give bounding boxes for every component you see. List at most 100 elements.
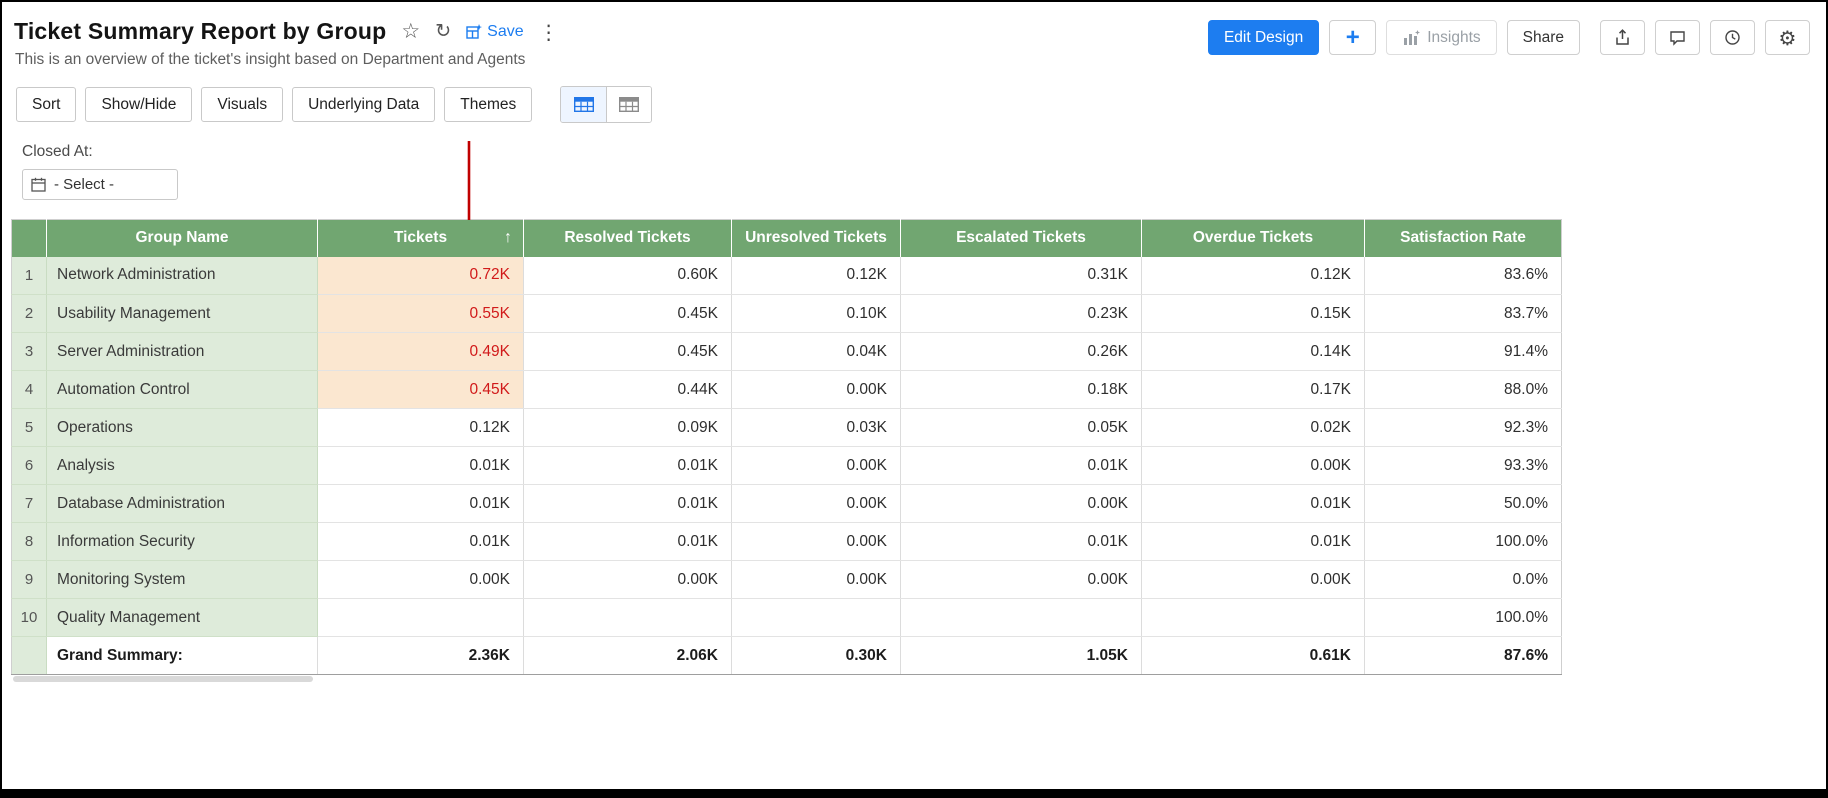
satisfaction-cell[interactable]: 88.0% bbox=[1365, 371, 1562, 409]
sort-ascending-icon[interactable]: ↑ bbox=[504, 229, 512, 247]
more-options-kebab-icon[interactable]: ⋮ bbox=[539, 22, 559, 42]
satisfaction-cell[interactable]: 83.7% bbox=[1365, 295, 1562, 333]
visuals-button[interactable]: Visuals bbox=[201, 87, 283, 122]
header-overdue-tickets[interactable]: Overdue Tickets bbox=[1142, 220, 1365, 257]
overdue-cell[interactable]: 0.12K bbox=[1142, 257, 1365, 295]
save-button[interactable]: Save bbox=[466, 23, 523, 41]
resolved-cell[interactable]: 0.01K bbox=[524, 485, 732, 523]
header-escalated-tickets[interactable]: Escalated Tickets bbox=[901, 220, 1142, 257]
escalated-cell[interactable]: 0.05K bbox=[901, 409, 1142, 447]
table-row[interactable]: 4Automation Control0.45K0.44K0.00K0.18K0… bbox=[12, 371, 1562, 409]
header-unresolved-tickets[interactable]: Unresolved Tickets bbox=[732, 220, 901, 257]
edit-design-button[interactable]: Edit Design bbox=[1208, 20, 1319, 55]
tickets-cell[interactable]: 0.49K bbox=[318, 333, 524, 371]
overdue-cell[interactable]: 0.15K bbox=[1142, 295, 1365, 333]
table-row[interactable]: 10Quality Management100.0% bbox=[12, 599, 1562, 637]
resolved-cell[interactable] bbox=[524, 599, 732, 637]
table-row[interactable]: 1Network Administration0.72K0.60K0.12K0.… bbox=[12, 257, 1562, 295]
history-button[interactable] bbox=[1710, 20, 1755, 55]
refresh-icon[interactable]: ↻ bbox=[435, 22, 451, 41]
comments-button[interactable] bbox=[1655, 20, 1700, 55]
table-row[interactable]: 3Server Administration0.49K0.45K0.04K0.2… bbox=[12, 333, 1562, 371]
frozen-pane-scrollbar[interactable] bbox=[13, 676, 313, 682]
escalated-cell[interactable]: 0.00K bbox=[901, 485, 1142, 523]
overdue-cell[interactable] bbox=[1142, 599, 1365, 637]
plain-table-view-button[interactable] bbox=[606, 87, 651, 122]
escalated-cell[interactable]: 0.18K bbox=[901, 371, 1142, 409]
group-name-cell[interactable]: Operations bbox=[47, 409, 318, 447]
tickets-cell[interactable]: 0.12K bbox=[318, 409, 524, 447]
escalated-cell[interactable]: 0.26K bbox=[901, 333, 1142, 371]
overdue-cell[interactable]: 0.01K bbox=[1142, 523, 1365, 561]
resolved-cell[interactable]: 0.01K bbox=[524, 523, 732, 561]
tickets-cell[interactable] bbox=[318, 599, 524, 637]
table-row[interactable]: 5Operations0.12K0.09K0.03K0.05K0.02K92.3… bbox=[12, 409, 1562, 447]
freeze-table-view-button[interactable] bbox=[561, 87, 606, 122]
overdue-cell[interactable]: 0.14K bbox=[1142, 333, 1365, 371]
sort-button[interactable]: Sort bbox=[16, 87, 76, 122]
tickets-cell[interactable]: 0.00K bbox=[318, 561, 524, 599]
escalated-cell[interactable]: 0.00K bbox=[901, 561, 1142, 599]
unresolved-cell[interactable]: 0.00K bbox=[732, 485, 901, 523]
closed-at-select[interactable]: - Select - bbox=[22, 169, 178, 200]
escalated-cell[interactable] bbox=[901, 599, 1142, 637]
group-name-cell[interactable]: Quality Management bbox=[47, 599, 318, 637]
satisfaction-cell[interactable]: 91.4% bbox=[1365, 333, 1562, 371]
add-button[interactable]: + bbox=[1329, 20, 1376, 55]
unresolved-cell[interactable]: 0.00K bbox=[732, 447, 901, 485]
escalated-cell[interactable]: 0.01K bbox=[901, 447, 1142, 485]
overdue-cell[interactable]: 0.01K bbox=[1142, 485, 1365, 523]
escalated-cell[interactable]: 0.01K bbox=[901, 523, 1142, 561]
satisfaction-cell[interactable]: 93.3% bbox=[1365, 447, 1562, 485]
unresolved-cell[interactable]: 0.10K bbox=[732, 295, 901, 333]
share-button[interactable]: Share bbox=[1507, 20, 1580, 55]
resolved-cell[interactable]: 0.01K bbox=[524, 447, 732, 485]
resolved-cell[interactable]: 0.00K bbox=[524, 561, 732, 599]
header-tickets[interactable]: Tickets ↑ bbox=[318, 220, 524, 257]
unresolved-cell[interactable]: 0.00K bbox=[732, 371, 901, 409]
overdue-cell[interactable]: 0.17K bbox=[1142, 371, 1365, 409]
resolved-cell[interactable]: 0.09K bbox=[524, 409, 732, 447]
themes-button[interactable]: Themes bbox=[444, 87, 532, 122]
tickets-cell[interactable]: 0.01K bbox=[318, 523, 524, 561]
unresolved-cell[interactable]: 0.00K bbox=[732, 523, 901, 561]
group-name-cell[interactable]: Monitoring System bbox=[47, 561, 318, 599]
table-row[interactable]: 6Analysis0.01K0.01K0.00K0.01K0.00K93.3% bbox=[12, 447, 1562, 485]
unresolved-cell[interactable]: 0.00K bbox=[732, 561, 901, 599]
satisfaction-cell[interactable]: 83.6% bbox=[1365, 257, 1562, 295]
tickets-cell[interactable]: 0.55K bbox=[318, 295, 524, 333]
escalated-cell[interactable]: 0.31K bbox=[901, 257, 1142, 295]
overdue-cell[interactable]: 0.00K bbox=[1142, 561, 1365, 599]
table-row[interactable]: 8Information Security0.01K0.01K0.00K0.01… bbox=[12, 523, 1562, 561]
tickets-cell[interactable]: 0.01K bbox=[318, 485, 524, 523]
group-name-cell[interactable]: Analysis bbox=[47, 447, 318, 485]
resolved-cell[interactable]: 0.60K bbox=[524, 257, 732, 295]
export-button[interactable] bbox=[1600, 20, 1645, 55]
satisfaction-cell[interactable]: 92.3% bbox=[1365, 409, 1562, 447]
header-satisfaction-rate[interactable]: Satisfaction Rate bbox=[1365, 220, 1562, 257]
unresolved-cell[interactable] bbox=[732, 599, 901, 637]
satisfaction-cell[interactable]: 100.0% bbox=[1365, 523, 1562, 561]
unresolved-cell[interactable]: 0.04K bbox=[732, 333, 901, 371]
resolved-cell[interactable]: 0.45K bbox=[524, 333, 732, 371]
table-row[interactable]: 7Database Administration0.01K0.01K0.00K0… bbox=[12, 485, 1562, 523]
tickets-cell[interactable]: 0.01K bbox=[318, 447, 524, 485]
favorite-star-icon[interactable]: ☆ bbox=[401, 21, 420, 42]
table-row[interactable]: 2Usability Management0.55K0.45K0.10K0.23… bbox=[12, 295, 1562, 333]
group-name-cell[interactable]: Information Security bbox=[47, 523, 318, 561]
tickets-cell[interactable]: 0.45K bbox=[318, 371, 524, 409]
group-name-cell[interactable]: Server Administration bbox=[47, 333, 318, 371]
group-name-cell[interactable]: Network Administration bbox=[47, 257, 318, 295]
group-name-cell[interactable]: Usability Management bbox=[47, 295, 318, 333]
table-row[interactable]: 9Monitoring System0.00K0.00K0.00K0.00K0.… bbox=[12, 561, 1562, 599]
overdue-cell[interactable]: 0.00K bbox=[1142, 447, 1365, 485]
settings-button[interactable]: ⚙ bbox=[1765, 20, 1810, 55]
resolved-cell[interactable]: 0.44K bbox=[524, 371, 732, 409]
tickets-cell[interactable]: 0.72K bbox=[318, 257, 524, 295]
unresolved-cell[interactable]: 0.03K bbox=[732, 409, 901, 447]
satisfaction-cell[interactable]: 50.0% bbox=[1365, 485, 1562, 523]
header-resolved-tickets[interactable]: Resolved Tickets bbox=[524, 220, 732, 257]
overdue-cell[interactable]: 0.02K bbox=[1142, 409, 1365, 447]
resolved-cell[interactable]: 0.45K bbox=[524, 295, 732, 333]
header-group-name[interactable]: Group Name bbox=[47, 220, 318, 257]
